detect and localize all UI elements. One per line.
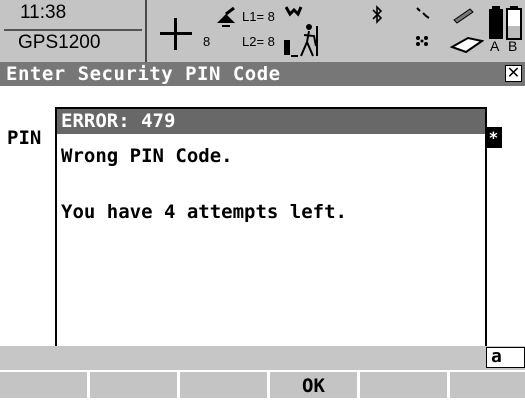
pin-label: PIN — [7, 127, 42, 149]
error-message: Wrong PIN Code. — [61, 145, 233, 167]
position-crosshair-icon — [160, 18, 192, 50]
softkey-f2[interactable] — [90, 372, 177, 398]
battery-icon — [489, 6, 522, 40]
ok-button[interactable]: OK — [270, 372, 357, 398]
clock-panel: 11:38 GPS1200 — [0, 0, 147, 62]
title-bar: Enter Security PIN Code ✕ — [0, 62, 525, 86]
close-button[interactable]: ✕ — [505, 65, 522, 82]
close-icon: ✕ — [506, 65, 521, 82]
l2-satellites: L2= 8 — [242, 34, 275, 49]
radio-link-icon — [416, 7, 430, 19]
modem-icon — [416, 36, 428, 46]
satellite-dish-icon — [217, 6, 235, 27]
input-mode-bar — [0, 346, 525, 370]
satellite-count: 8 — [203, 34, 211, 49]
antenna-icon — [285, 6, 303, 17]
l1-satellites: L1= 8 — [242, 9, 275, 24]
softkey-f6[interactable] — [450, 372, 525, 398]
instrument-name: GPS1200 — [18, 32, 101, 53]
softkey-f1[interactable] — [0, 372, 87, 398]
attempts-message: You have 4 attempts left. — [61, 201, 347, 223]
pen-icon — [453, 8, 474, 24]
page-title: Enter Security PIN Code — [6, 63, 281, 85]
dialog-title: ERROR: 479 — [57, 109, 485, 134]
memory-card-icon — [450, 36, 484, 54]
status-bar: 11:38 GPS1200 8 L1= 8 L2= 8 A B — [0, 0, 525, 62]
pin-input[interactable]: * — [485, 127, 502, 148]
softkey-bar: OK — [0, 372, 525, 398]
softkey-f5[interactable] — [360, 372, 447, 398]
input-mode-indicator[interactable]: a — [486, 347, 525, 368]
surveyor-pole-icon — [284, 24, 318, 57]
bluetooth-icon — [372, 5, 383, 24]
battery-b-label: B — [508, 38, 518, 54]
battery-a-label: A — [490, 38, 500, 54]
error-dialog: ERROR: 479 Wrong PIN Code. You have 4 at… — [55, 107, 487, 368]
clock-divider — [4, 29, 142, 31]
softkey-f3[interactable] — [180, 372, 267, 398]
time-display: 11:38 — [20, 2, 67, 23]
